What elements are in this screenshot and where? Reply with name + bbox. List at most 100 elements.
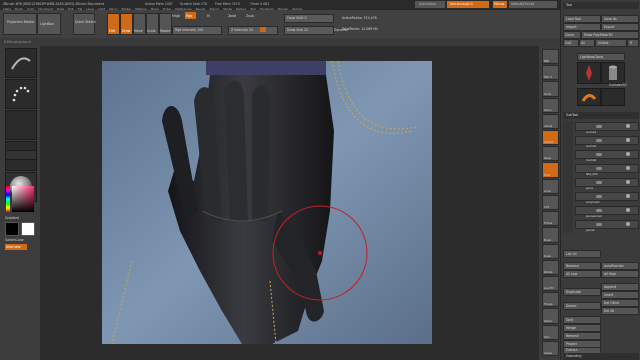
subtool-row[interactable]: Gumie5 <box>575 136 639 148</box>
draw-button[interactable]: Draw <box>120 13 133 35</box>
move-button[interactable]: Move <box>133 13 146 35</box>
shelf-xpose-button[interactable]: Xpose <box>542 340 559 356</box>
draw-size-slider[interactable]: Draw Size 22 <box>284 26 334 35</box>
make-polymesh-button[interactable]: Make PolyMesh3D <box>581 31 639 39</box>
eye-icon[interactable] <box>626 208 630 212</box>
eye-icon[interactable] <box>626 222 630 226</box>
shelf-aahalf-button[interactable]: AAHalf <box>542 130 559 146</box>
shelf-move-button[interactable]: Move <box>542 227 559 243</box>
shelf-local-button[interactable]: Local <box>542 178 559 194</box>
eye-icon[interactable] <box>626 194 630 198</box>
subtool-visibility-toggle[interactable] <box>596 125 602 128</box>
edit-button[interactable]: Edit <box>107 13 120 35</box>
rgb-toggle[interactable]: Rgb <box>185 12 196 19</box>
shelf-spix-3-button[interactable]: SPix 3 <box>542 65 559 81</box>
all-button[interactable]: All <box>579 39 595 47</box>
rgb-intensity-slider[interactable]: Rgb Intensity 100 <box>172 26 222 35</box>
menus-button[interactable]: Menus <box>493 1 507 8</box>
subtool-row[interactable]: Gumie6 <box>575 150 639 162</box>
z-intensity-slider[interactable]: Z Intensity 25 <box>228 26 278 35</box>
load-tool-button[interactable]: Load Tool <box>563 15 601 23</box>
shelf-actual-button[interactable]: Actual <box>542 113 559 130</box>
shelf-persp-button[interactable]: Persp <box>542 146 559 162</box>
shelf-solo-button[interactable]: Solo <box>542 324 559 340</box>
main-color-swatch[interactable] <box>5 222 19 236</box>
shelf-zoom-button[interactable]: Zoom <box>542 97 559 113</box>
alternate-button[interactable]: Alternate <box>5 244 27 250</box>
shelf-floor-button[interactable]: Floor <box>542 162 559 178</box>
subtool-row[interactable]: Jeanspocket <box>575 206 639 218</box>
see-through-slider[interactable]: See-through 0 <box>447 1 489 8</box>
subtool-visibility-toggle[interactable] <box>596 139 602 142</box>
subtool-row[interactable]: Gumie4 <box>575 122 639 134</box>
subtool-visibility-toggle[interactable] <box>596 153 602 156</box>
shelf-xyz-button[interactable]: XYZ <box>542 194 559 211</box>
insert-button[interactable]: Insert <box>601 291 639 299</box>
auto-reorder-button[interactable]: AutoReorder <box>601 262 639 270</box>
subtool-row[interactable]: bodymesh <box>575 192 639 204</box>
quick-sketch-button[interactable]: Quick Sketch <box>73 13 96 35</box>
shelf-scroll-button[interactable]: Scroll <box>542 81 559 97</box>
delete-button[interactable]: Delete <box>563 302 601 310</box>
duplicate-button[interactable]: Duplicate <box>563 288 601 296</box>
shelf-rotate-button[interactable]: Rotate <box>542 259 559 275</box>
list-all-button[interactable]: List All <box>563 250 601 258</box>
subtool-row[interactable]: Jeans2 <box>575 220 639 232</box>
rotate-button[interactable]: Rotate <box>159 13 172 35</box>
stroke-thumbnail[interactable] <box>5 79 37 109</box>
zadd-toggle[interactable]: Zadd <box>228 14 236 18</box>
switch-color-button[interactable]: SwitchColor <box>5 238 24 242</box>
subtool-row[interactable]: fbt4_000 <box>575 164 639 176</box>
eye-icon[interactable] <box>626 138 630 142</box>
quicksave-button[interactable]: QuickSave <box>415 1 445 8</box>
viewport[interactable] <box>102 61 432 344</box>
lightbox-tools-button[interactable]: Lightbox▸Tools <box>577 53 625 61</box>
eye-icon[interactable] <box>626 180 630 184</box>
del-all-button[interactable]: Del All <box>601 307 639 315</box>
save-as-button[interactable]: Save As <box>601 15 639 23</box>
color-picker[interactable] <box>5 186 35 214</box>
subtool-visibility-toggle[interactable] <box>596 223 602 226</box>
simplebrush-thumbnail[interactable] <box>577 88 601 106</box>
subtool-panel-header[interactable]: SubTool <box>563 112 639 119</box>
r-button[interactable]: R <box>627 39 639 47</box>
default-zscript-button[interactable]: DefaultZScript <box>509 1 557 8</box>
projection-master-button[interactable]: Projection Master <box>3 13 37 35</box>
all-high-button[interactable]: All High <box>601 270 639 278</box>
subtool-visibility-toggle[interactable] <box>596 181 602 184</box>
subtool-visibility-toggle[interactable] <box>596 167 602 170</box>
shelf-frame-button[interactable]: Frame <box>542 211 559 227</box>
import-button[interactable]: Import <box>563 23 601 31</box>
focal-shift-slider[interactable]: Focal Shift 0 <box>284 14 334 23</box>
split-button[interactable]: Split <box>563 316 601 324</box>
shelf-transp-button[interactable]: Transp <box>542 292 559 308</box>
export-button[interactable]: Export <box>601 23 639 31</box>
mrgb-toggle[interactable]: Mrgb <box>172 14 180 18</box>
rename-button[interactable]: Rename <box>563 262 601 270</box>
eye-icon[interactable] <box>626 124 630 128</box>
remesh-button[interactable]: Remesh <box>563 332 601 340</box>
cylinder-thumbnail-2[interactable] <box>601 88 625 106</box>
shelf-scale-button[interactable]: Scale <box>542 243 559 259</box>
visible-button[interactable]: Visible <box>595 39 627 47</box>
brush-thumbnail[interactable] <box>5 48 37 78</box>
clone-button[interactable]: Clone <box>563 31 581 39</box>
subtool-row[interactable]: glove <box>575 178 639 190</box>
eye-icon[interactable] <box>626 166 630 170</box>
scale-button[interactable]: Scale <box>146 13 159 35</box>
goz-button[interactable]: GoZ <box>563 39 579 47</box>
zsub-toggle[interactable]: Zsub <box>246 14 254 18</box>
secondary-color-swatch[interactable] <box>21 222 35 236</box>
alpha-thumbnail[interactable] <box>5 110 37 140</box>
geometry-panel-header[interactable]: Geometry <box>563 353 639 360</box>
shelf-bpr-button[interactable]: BPR <box>542 49 559 65</box>
merge-button[interactable]: Merge <box>563 324 601 332</box>
tool-panel-header[interactable]: Tool <box>563 2 639 9</box>
shelf-ghost-button[interactable]: Ghost <box>542 308 559 324</box>
del-other-button[interactable]: Del Other <box>601 299 639 307</box>
m-toggle[interactable]: M <box>207 14 210 18</box>
subtool-visibility-toggle[interactable] <box>596 209 602 212</box>
shelf-line-fill-button[interactable]: Line Fill <box>542 275 559 292</box>
subtool-visibility-toggle[interactable] <box>596 195 602 198</box>
all-low-button[interactable]: All Low <box>563 270 601 278</box>
